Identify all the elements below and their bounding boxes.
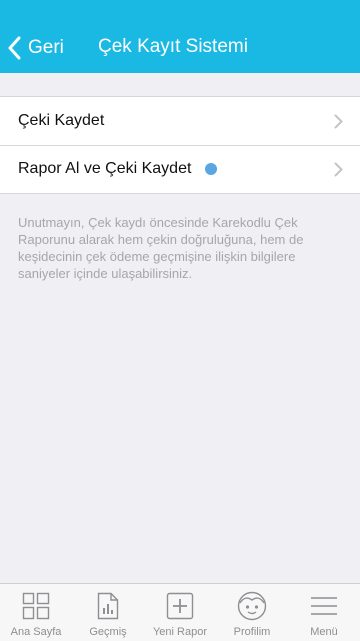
list-item-label: Rapor Al ve Çeki Kaydet <box>18 160 192 177</box>
chevron-left-icon <box>8 36 21 60</box>
hamburger-menu-icon <box>311 597 337 615</box>
tab-label: Menü <box>310 626 338 638</box>
tab-new-report[interactable]: Yeni Rapor <box>144 584 216 641</box>
page-title: Çek Kayıt Sistemi <box>98 36 248 57</box>
tab-label: Profilim <box>233 626 271 638</box>
option-list: Çeki Kaydet Rapor Al ve Çeki Kaydet <box>0 96 360 194</box>
report-chart-icon <box>97 592 119 620</box>
info-note: Unutmayın, Çek kaydı öncesinde Karekodlu… <box>18 215 304 281</box>
tab-profile[interactable]: Profilim <box>216 584 288 641</box>
back-label: Geri <box>28 37 64 58</box>
grid-icon <box>22 592 50 620</box>
back-button[interactable]: Geri <box>8 34 64 62</box>
plus-square-icon <box>166 592 194 620</box>
tab-label: Ana Sayfa <box>10 626 62 638</box>
list-item-report-and-save-check[interactable]: Rapor Al ve Çeki Kaydet <box>0 145 360 193</box>
list-item-save-check[interactable]: Çeki Kaydet <box>0 97 360 145</box>
chevron-right-icon <box>334 162 343 177</box>
tab-label: Geçmiş <box>89 626 127 638</box>
status-dot-badge <box>205 163 218 175</box>
chevron-right-icon <box>334 114 343 129</box>
tab-home[interactable]: Ana Sayfa <box>0 584 72 641</box>
list-item-label: Çeki Kaydet <box>18 112 105 129</box>
navigation-header: Geri Çek Kayıt Sistemi <box>0 0 360 73</box>
tab-bar: Ana Sayfa Geçmiş Yeni Rapor Profilim Men… <box>0 583 360 641</box>
tab-history[interactable]: Geçmiş <box>72 584 144 641</box>
face-icon <box>237 591 267 621</box>
tab-menu[interactable]: Menü <box>288 584 360 641</box>
tab-label: Yeni Rapor <box>152 626 208 638</box>
